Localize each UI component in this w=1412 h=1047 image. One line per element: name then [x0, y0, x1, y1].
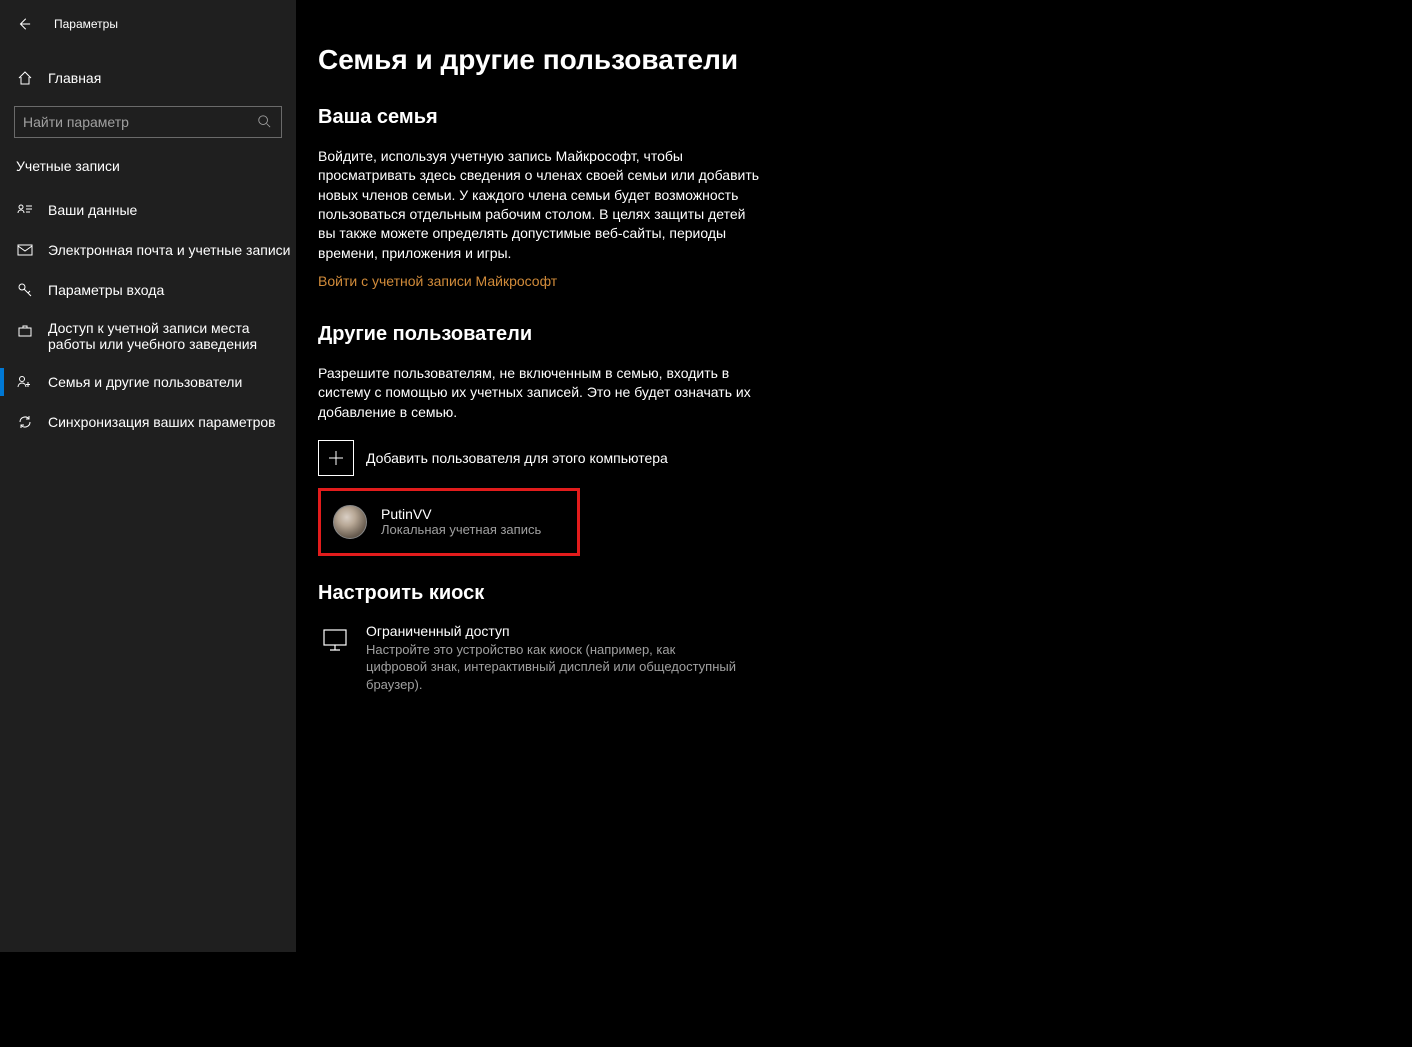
- sidebar-item-label: Семья и другие пользователи: [48, 374, 242, 390]
- user-info: PutinVV Локальная учетная запись: [381, 506, 541, 537]
- search-box[interactable]: [14, 106, 282, 138]
- other-users-description: Разрешите пользователям, не включенным в…: [318, 364, 762, 422]
- sidebar-item-label: Ваши данные: [48, 202, 137, 218]
- id-card-icon: [16, 201, 34, 219]
- back-button[interactable]: [16, 16, 32, 32]
- kiosk-heading: Настроить киоск: [318, 582, 1244, 605]
- sidebar-item-family[interactable]: Семья и другие пользователи: [0, 362, 296, 402]
- sidebar-item-label: Электронная почта и учетные записи: [48, 242, 290, 258]
- mail-icon: [16, 241, 34, 259]
- sidebar-item-label: Параметры входа: [48, 282, 164, 298]
- key-icon: [16, 281, 34, 299]
- sidebar-item-label: Синхронизация ваших параметров: [48, 414, 276, 430]
- user-name: PutinVV: [381, 506, 541, 522]
- sidebar: Параметры Главная Учетные записи Ваши да…: [0, 0, 296, 952]
- sidebar-item-sync[interactable]: Синхронизация ваших параметров: [0, 402, 296, 442]
- monitor-icon: [318, 623, 352, 657]
- sidebar-item-label: Доступ к учетной записи места работы или…: [48, 320, 278, 352]
- sidebar-item-work-access[interactable]: Доступ к учетной записи места работы или…: [0, 310, 296, 362]
- home-label: Главная: [48, 70, 101, 86]
- avatar: [333, 505, 367, 539]
- kiosk-title: Ограниченный доступ: [366, 623, 738, 639]
- briefcase-icon: [16, 322, 34, 340]
- add-user-label: Добавить пользователя для этого компьюте…: [366, 450, 668, 466]
- titlebar: Параметры: [0, 8, 296, 40]
- people-icon: [16, 373, 34, 391]
- family-description: Войдите, используя учетную запись Майкро…: [318, 147, 762, 263]
- kiosk-description: Настройте это устройство как киоск (напр…: [366, 641, 738, 694]
- kiosk-info: Ограниченный доступ Настройте это устрой…: [366, 623, 738, 694]
- sync-icon: [16, 413, 34, 431]
- sidebar-item-signin-options[interactable]: Параметры входа: [0, 270, 296, 310]
- window-title: Параметры: [54, 17, 118, 31]
- kiosk-setup-button[interactable]: Ограниченный доступ Настройте это устрой…: [318, 623, 738, 694]
- home-icon: [16, 69, 34, 87]
- home-link[interactable]: Главная: [0, 58, 296, 98]
- search-input[interactable]: [23, 114, 257, 130]
- search-icon: [257, 114, 273, 130]
- page-title: Семья и другие пользователи: [318, 44, 1244, 76]
- sidebar-item-your-info[interactable]: Ваши данные: [0, 190, 296, 230]
- sidebar-item-email[interactable]: Электронная почта и учетные записи: [0, 230, 296, 270]
- user-type: Локальная учетная запись: [381, 522, 541, 537]
- add-user-button[interactable]: Добавить пользователя для этого компьюте…: [318, 440, 1244, 476]
- user-account-item[interactable]: PutinVV Локальная учетная запись: [318, 488, 580, 556]
- plus-icon: [318, 440, 354, 476]
- other-users-heading: Другие пользователи: [318, 323, 1244, 346]
- sidebar-category: Учетные записи: [0, 154, 296, 190]
- main-content: Семья и другие пользователи Ваша семья В…: [296, 0, 1284, 952]
- signin-link[interactable]: Войти с учетной записи Майкрософт: [318, 273, 557, 289]
- family-heading: Ваша семья: [318, 106, 1244, 129]
